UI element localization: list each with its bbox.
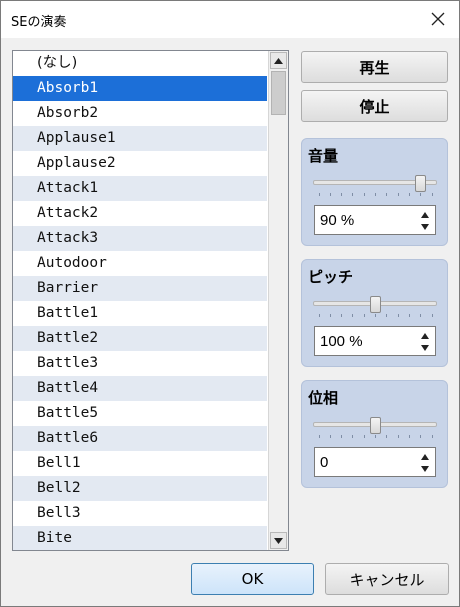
spin-arrows-icon[interactable] bbox=[419, 330, 431, 354]
slider-thumb[interactable] bbox=[369, 296, 381, 313]
list-item[interactable]: Battle5 bbox=[13, 401, 267, 426]
close-button[interactable] bbox=[423, 5, 453, 33]
slider-tick bbox=[375, 314, 376, 317]
pitch-spinbox[interactable]: 100 % bbox=[314, 326, 436, 356]
slider-tick bbox=[352, 193, 354, 196]
slider-tick bbox=[431, 435, 433, 438]
volume-slider[interactable] bbox=[313, 175, 437, 197]
slider-tick bbox=[408, 314, 410, 317]
play-button[interactable]: 再生 bbox=[301, 51, 448, 83]
list-scrollbar[interactable] bbox=[268, 51, 288, 550]
list-item[interactable]: Battle6 bbox=[13, 426, 267, 451]
pan-slider[interactable] bbox=[313, 417, 437, 439]
list-item[interactable]: Battle1 bbox=[13, 301, 267, 326]
slider-tick bbox=[386, 314, 388, 317]
slider-tick bbox=[318, 314, 320, 317]
slider-tick bbox=[397, 435, 399, 438]
slider-tick bbox=[397, 193, 399, 196]
slider-tick bbox=[363, 314, 365, 317]
slider-tick bbox=[352, 435, 354, 438]
slider-tick bbox=[318, 193, 320, 196]
pitch-value: 100 % bbox=[320, 333, 363, 350]
slider-tick bbox=[408, 193, 410, 196]
volume-label: 音量 bbox=[308, 147, 339, 165]
list-item[interactable]: Bell2 bbox=[13, 476, 267, 501]
scroll-up-button[interactable] bbox=[270, 52, 287, 69]
spin-arrows-icon[interactable] bbox=[419, 209, 431, 233]
scroll-down-icon bbox=[274, 537, 283, 544]
slider-tick bbox=[341, 314, 343, 317]
volume-group: 音量 90 % bbox=[301, 138, 448, 246]
se-listbox[interactable]: (なし) Absorb1 Absorb2 Applause1 Applause2 Atta… bbox=[12, 50, 289, 551]
slider-tick bbox=[408, 435, 410, 438]
slider-tick bbox=[386, 193, 388, 196]
volume-value: 90 % bbox=[320, 212, 355, 229]
pan-spinbox[interactable]: 0 bbox=[314, 447, 436, 477]
slider-tick bbox=[375, 435, 376, 438]
slider-tick bbox=[329, 435, 331, 438]
spin-arrows-icon[interactable] bbox=[419, 451, 431, 475]
slider-thumb[interactable] bbox=[369, 417, 381, 434]
list-item[interactable]: Bell1 bbox=[13, 451, 267, 476]
list-item[interactable]: (なし) bbox=[13, 51, 267, 76]
se-dialog: SEの演奏 (なし) Absorb1 Absorb2 Applause1 Applaus… bbox=[0, 0, 460, 607]
pitch-slider[interactable] bbox=[313, 296, 437, 318]
slider-tick bbox=[318, 435, 320, 438]
ok-button[interactable]: OK bbox=[191, 563, 314, 595]
window-title: SEの演奏 bbox=[11, 15, 67, 30]
slider-tick bbox=[420, 193, 422, 196]
close-icon bbox=[431, 12, 445, 26]
cancel-button[interactable]: キャンセル bbox=[325, 563, 449, 595]
list-item[interactable]: Attack2 bbox=[13, 201, 267, 226]
slider-tick bbox=[329, 193, 331, 196]
stop-button[interactable]: 停止 bbox=[301, 90, 448, 122]
slider-tick bbox=[386, 435, 388, 438]
slider-tick bbox=[363, 193, 365, 196]
slider-tick bbox=[329, 314, 331, 317]
slider-tick bbox=[352, 314, 354, 317]
slider-thumb[interactable] bbox=[414, 175, 426, 192]
pitch-label: ピッチ bbox=[308, 268, 354, 286]
list-item[interactable]: Battle2 bbox=[13, 326, 267, 351]
list-item[interactable]: Applause1 bbox=[13, 126, 267, 151]
pan-label: 位相 bbox=[308, 389, 339, 407]
pitch-group: ピッチ 100 % bbox=[301, 259, 448, 367]
list-item[interactable]: Bell3 bbox=[13, 501, 267, 526]
list-item[interactable]: Barrier bbox=[13, 276, 267, 301]
pan-value: 0 bbox=[320, 454, 329, 471]
slider-tick bbox=[375, 193, 376, 196]
list-item[interactable]: Attack1 bbox=[13, 176, 267, 201]
slider-tick bbox=[431, 193, 433, 196]
slider-tick bbox=[363, 435, 365, 438]
scroll-down-button[interactable] bbox=[270, 532, 287, 549]
slider-tick bbox=[341, 193, 343, 196]
slider-tick bbox=[431, 314, 433, 317]
list-item[interactable]: Bite bbox=[13, 526, 267, 550]
slider-tick bbox=[420, 314, 422, 317]
se-list-rows: (なし) Absorb1 Absorb2 Applause1 Applause2 Atta… bbox=[13, 51, 267, 550]
list-item[interactable]: Absorb2 bbox=[13, 101, 267, 126]
dialog-body: (なし) Absorb1 Absorb2 Applause1 Applause2 Atta… bbox=[1, 38, 459, 606]
slider-tick bbox=[397, 314, 399, 317]
scroll-thumb[interactable] bbox=[271, 71, 286, 115]
list-item[interactable]: Attack3 bbox=[13, 226, 267, 251]
list-item[interactable]: Battle3 bbox=[13, 351, 267, 376]
title-bar: SEの演奏 bbox=[1, 1, 459, 38]
slider-tick bbox=[420, 435, 422, 438]
list-item[interactable]: Autodoor bbox=[13, 251, 267, 276]
scroll-up-icon bbox=[274, 57, 283, 64]
volume-spinbox[interactable]: 90 % bbox=[314, 205, 436, 235]
slider-tick bbox=[341, 435, 343, 438]
list-item[interactable]: Absorb1 bbox=[13, 76, 267, 101]
list-item[interactable]: Applause2 bbox=[13, 151, 267, 176]
pan-group: 位相 0 bbox=[301, 380, 448, 488]
list-item[interactable]: Battle4 bbox=[13, 376, 267, 401]
